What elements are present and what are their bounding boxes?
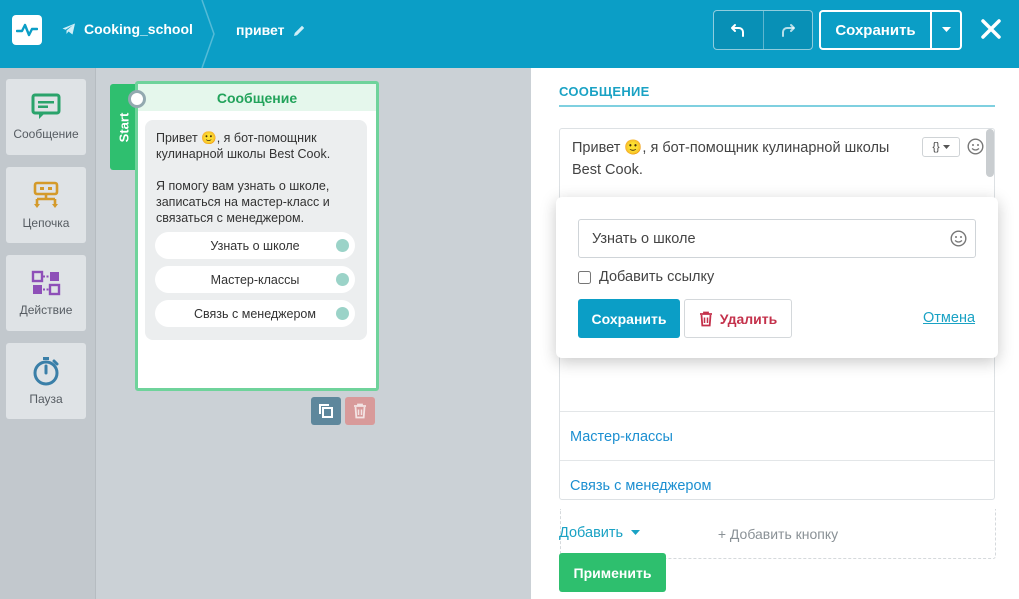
connection-port[interactable]	[336, 307, 349, 320]
history-controls	[713, 10, 813, 50]
undo-icon	[731, 24, 745, 37]
popup-delete-label: Удалить	[719, 310, 778, 327]
chain-icon	[33, 181, 59, 208]
copy-icon	[319, 404, 333, 418]
node-button-label: Мастер-классы	[210, 272, 300, 287]
close-icon[interactable]	[978, 16, 1004, 42]
save-button[interactable]: Сохранить	[821, 12, 930, 48]
popup-save-button[interactable]: Сохранить	[578, 299, 680, 338]
variables-button[interactable]: {}	[922, 137, 960, 157]
node-message-text: Привет 🙂, я бот-помощник кулинарной школ…	[156, 131, 331, 225]
action-icon	[31, 270, 61, 296]
top-bar: Cooking_school привет Сохранить	[0, 0, 1019, 68]
message-icon	[31, 93, 61, 119]
editor-scrollbar[interactable]	[986, 129, 994, 177]
undo-button[interactable]	[714, 11, 763, 49]
palette-item-chain[interactable]: Цепочка	[6, 167, 86, 243]
button-text-input[interactable]	[579, 220, 939, 257]
redo-icon	[781, 24, 795, 37]
timer-icon	[33, 357, 59, 386]
add-link-label: Добавить ссылку	[599, 269, 715, 285]
panel-button-item[interactable]: Мастер-классы	[560, 411, 994, 461]
palette-item-label: Сообщение	[13, 127, 79, 141]
redo-button[interactable]	[762, 11, 813, 49]
button-text-field	[578, 219, 976, 258]
breadcrumb-flow[interactable]: привет	[236, 22, 306, 38]
caret-down-icon	[941, 27, 951, 32]
node-title: Сообщение	[138, 84, 376, 111]
caret-down-icon	[942, 144, 950, 149]
delete-node-button[interactable]	[345, 397, 375, 425]
node-message-bubble: Привет 🙂, я бот-помощник кулинарной школ…	[145, 120, 367, 340]
pulse-icon	[16, 23, 38, 37]
flow-name: привет	[236, 22, 285, 38]
palette-item-action[interactable]: Действие	[6, 255, 86, 331]
node-button-item[interactable]: Мастер-классы	[155, 266, 355, 293]
palette-item-label: Цепочка	[22, 216, 70, 230]
pencil-icon[interactable]	[293, 24, 306, 37]
variables-label: {}	[932, 141, 940, 153]
add-menu-label: Добавить	[559, 525, 624, 541]
node-button-label: Связь с менеджером	[194, 306, 316, 321]
add-menu-toggle[interactable]: Добавить	[559, 525, 641, 541]
message-text-editor[interactable]: Привет 🙂, я бот-помощник кулинарной школ…	[572, 137, 912, 181]
palette-item-label: Действие	[19, 303, 73, 317]
popup-cancel-link[interactable]: Отмена	[923, 310, 975, 326]
connection-port[interactable]	[336, 239, 349, 252]
caret-down-icon	[631, 530, 641, 535]
panel-button-item[interactable]: Связь с менеджером	[560, 460, 994, 510]
button-edit-popup: Добавить ссылку Сохранить Удалить Отмена	[556, 197, 998, 358]
add-link-option[interactable]: Добавить ссылку	[578, 269, 714, 285]
trash-icon	[699, 311, 712, 326]
app-logo[interactable]	[12, 15, 42, 45]
node-button-label: Узнать о школе	[210, 238, 300, 253]
panel-title: СООБЩЕНИЕ	[559, 84, 650, 99]
breadcrumb-separator-icon	[201, 0, 215, 68]
start-label: Start	[116, 112, 132, 142]
panel-divider	[559, 105, 995, 107]
palette-item-pause[interactable]: Пауза	[6, 343, 86, 419]
save-options-button[interactable]	[930, 12, 960, 48]
add-link-checkbox[interactable]	[578, 270, 591, 284]
breadcrumb-bot[interactable]: Cooking_school	[62, 21, 193, 37]
apply-button[interactable]: Применить	[559, 553, 666, 592]
palette-item-message[interactable]: Сообщение	[6, 79, 86, 155]
block-palette: Сообщение Цепочка Действие Пауза	[0, 68, 96, 599]
emoji-icon[interactable]	[950, 230, 967, 247]
palette-item-label: Пауза	[29, 392, 63, 406]
save-split-button: Сохранить	[819, 10, 962, 50]
node-input-port[interactable]	[128, 90, 146, 108]
bot-name: Cooking_school	[84, 21, 193, 37]
popup-delete-button[interactable]: Удалить	[684, 299, 792, 338]
connection-port[interactable]	[336, 273, 349, 286]
node-button-item[interactable]: Узнать о школе	[155, 232, 355, 259]
trash-icon	[354, 403, 366, 419]
duplicate-node-button[interactable]	[311, 397, 341, 425]
emoji-icon[interactable]	[967, 138, 984, 155]
message-node[interactable]: Сообщение Привет 🙂, я бот-помощник кулин…	[135, 81, 379, 391]
node-button-item[interactable]: Связь с менеджером	[155, 300, 355, 327]
telegram-icon	[62, 23, 75, 35]
